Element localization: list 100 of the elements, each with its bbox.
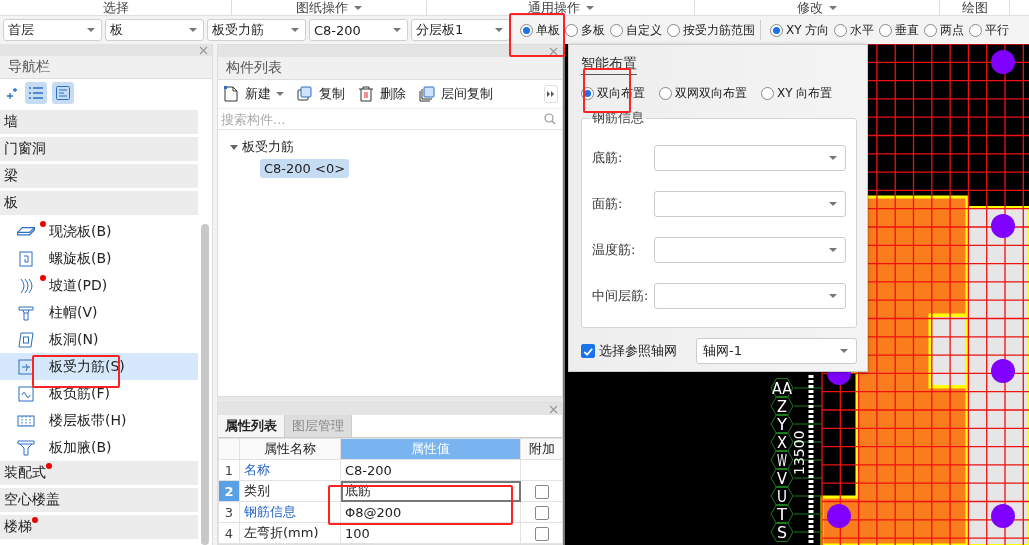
dropdown-field[interactable]: 轴网-1 xyxy=(696,338,857,364)
search-icon[interactable] xyxy=(544,113,556,125)
nav-item[interactable]: 螺旋板(B) xyxy=(0,245,198,272)
nav-item[interactable]: 现浇板(B) xyxy=(0,218,198,245)
radio-button[interactable] xyxy=(924,23,938,37)
ribbon-group-label[interactable]: 通用操作 xyxy=(527,0,580,15)
dropdown-field[interactable] xyxy=(654,145,846,171)
radio-label[interactable]: 双网双向布置 xyxy=(675,85,747,102)
detail-view-button[interactable] xyxy=(52,82,74,104)
column-marker xyxy=(991,359,1015,383)
toolbar-button[interactable]: 层间复制 xyxy=(418,85,493,103)
radio-button[interactable] xyxy=(879,23,893,37)
property-name[interactable]: 名称 xyxy=(239,459,341,481)
add-icon[interactable] xyxy=(6,86,20,100)
selector-dropdown[interactable]: 首层 xyxy=(3,19,102,41)
radio-button[interactable] xyxy=(761,87,774,100)
nav-item-label[interactable]: 螺旋板(B) xyxy=(49,249,112,268)
tree-node[interactable]: 板受力筋 xyxy=(242,138,294,156)
category-bar[interactable]: 装配式 xyxy=(0,461,198,485)
dropdown-field[interactable] xyxy=(654,283,846,309)
radio-label[interactable]: XY 向布置 xyxy=(777,85,833,102)
toolbar-button[interactable]: 删除 xyxy=(357,85,406,103)
toolbar-button[interactable]: 新建 xyxy=(222,85,284,103)
nav-item-label[interactable]: 板负筋(F) xyxy=(49,384,110,403)
radio-label[interactable]: 多板 xyxy=(581,21,605,39)
selector-dropdown[interactable]: C8-200 xyxy=(309,19,408,41)
close-icon[interactable] xyxy=(549,404,558,414)
field-label: 底筋: xyxy=(592,149,624,167)
selector-dropdown[interactable]: 板受力筋 xyxy=(207,19,306,41)
radio-button[interactable] xyxy=(565,23,578,37)
checkbox-label[interactable]: 选择参照轴网 xyxy=(599,342,677,360)
radio-button[interactable] xyxy=(770,23,783,37)
axis-tick xyxy=(793,477,823,479)
radio-button[interactable] xyxy=(667,23,680,37)
dropdown-field[interactable] xyxy=(654,191,846,217)
nav-item[interactable]: 坡道(PD) xyxy=(0,272,198,299)
radio-label[interactable]: 自定义 xyxy=(626,21,662,39)
nav-item-label[interactable]: 柱帽(V) xyxy=(49,303,98,322)
category-bar[interactable]: 梁 xyxy=(0,164,198,188)
radio-button[interactable] xyxy=(834,23,848,37)
radio-label[interactable]: 水平 xyxy=(850,21,875,39)
category-bar[interactable]: 空心楼盖 xyxy=(0,488,198,512)
nav-item[interactable]: 板加腋(B) xyxy=(0,434,198,461)
checkbox[interactable] xyxy=(534,484,549,499)
column-cap-icon xyxy=(17,303,35,322)
nav-item-label[interactable]: 板洞(N) xyxy=(49,330,99,349)
nav-item[interactable]: 柱帽(V) xyxy=(0,299,198,326)
close-icon[interactable] xyxy=(549,46,558,56)
nav-item-label[interactable]: 板加腋(B) xyxy=(49,438,112,457)
slab-icon xyxy=(17,227,35,236)
row-number[interactable]: 4 xyxy=(218,522,240,544)
row-number[interactable]: 3 xyxy=(218,501,240,523)
radio-button[interactable] xyxy=(520,23,533,37)
row-number[interactable]: 1 xyxy=(218,459,240,481)
property-value[interactable]: Φ8@200 xyxy=(340,501,521,523)
nav-item[interactable]: 板负筋(F) xyxy=(0,380,198,407)
more-button[interactable] xyxy=(544,85,558,103)
radio-label[interactable]: 按受力筋范围 xyxy=(683,21,755,39)
dropdown-field[interactable] xyxy=(654,237,846,263)
category-bar[interactable]: 墙 xyxy=(0,110,198,134)
radio-label[interactable]: 平行 xyxy=(985,21,1010,39)
haunch-icon xyxy=(17,438,35,457)
nav-item-label[interactable]: 现浇板(B) xyxy=(49,222,112,241)
column-header: 属性名称 xyxy=(239,438,341,460)
radio-label[interactable]: XY 方向 xyxy=(786,21,830,39)
property-value[interactable]: C8-200 xyxy=(340,459,521,481)
radio-label[interactable]: 单板 xyxy=(536,21,560,39)
category-bar[interactable]: 门窗洞 xyxy=(0,137,198,161)
tab[interactable]: 属性列表 xyxy=(218,415,285,437)
property-value[interactable]: 100 xyxy=(340,522,521,544)
checkbox[interactable] xyxy=(581,344,595,358)
ribbon-group-label[interactable]: 修改 xyxy=(797,0,823,15)
expand-arrow-icon[interactable] xyxy=(230,144,238,150)
radio-label[interactable]: 两点 xyxy=(940,21,965,39)
checkbox[interactable] xyxy=(534,505,549,520)
radio-label[interactable]: 垂直 xyxy=(895,21,920,39)
close-icon[interactable] xyxy=(199,45,208,55)
category-bar[interactable]: 楼梯 xyxy=(0,515,198,539)
radio-button[interactable] xyxy=(610,23,623,37)
nav-item[interactable]: 板洞(N) xyxy=(0,326,198,353)
selector-dropdown[interactable]: 分层板1 xyxy=(411,19,510,41)
search-field[interactable]: 搜索构件... xyxy=(221,111,544,127)
toolbar-button[interactable]: 复制 xyxy=(296,85,345,103)
scrollbar-thumb[interactable] xyxy=(201,224,209,545)
category-bar[interactable]: 板 xyxy=(0,191,198,215)
radio-button[interactable] xyxy=(659,87,672,100)
nav-item-label[interactable]: 楼层板带(H) xyxy=(49,411,127,430)
column-marker xyxy=(991,50,1015,74)
caret-icon xyxy=(829,156,837,160)
selector-dropdown[interactable]: 板 xyxy=(105,19,204,41)
nav-item[interactable]: 楼层板带(H) xyxy=(0,407,198,434)
ribbon-group-label[interactable]: 绘图 xyxy=(961,0,988,15)
radio-button[interactable] xyxy=(969,23,983,37)
ribbon-group-label[interactable]: 选择 xyxy=(102,0,129,15)
list-view-button[interactable] xyxy=(25,82,47,104)
checkbox[interactable] xyxy=(534,526,549,541)
nav-item-label[interactable]: 坡道(PD) xyxy=(49,276,108,295)
ribbon-group-label[interactable]: 图纸操作 xyxy=(296,0,348,15)
property-name[interactable]: 钢筋信息 xyxy=(239,501,341,523)
tree-item[interactable]: C8-200 <0> xyxy=(260,159,350,178)
